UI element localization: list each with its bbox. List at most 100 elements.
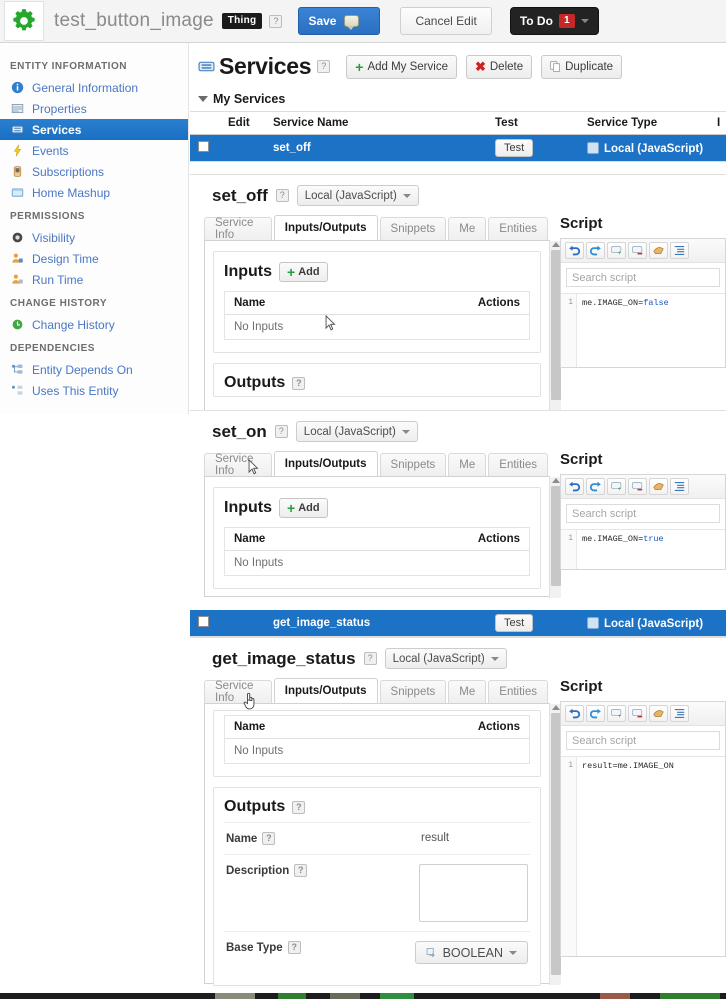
remove-comment-icon[interactable]	[628, 242, 647, 259]
format-icon[interactable]	[649, 242, 668, 259]
help-icon[interactable]: ?	[269, 14, 283, 28]
tab-service-info[interactable]: Service Info	[204, 680, 272, 704]
help-icon[interactable]: ?	[262, 832, 276, 845]
sidebar-item-visibility[interactable]: Visibility	[0, 227, 188, 248]
tab-snippets[interactable]: Snippets	[379, 680, 447, 703]
add-input-button[interactable]: + Add	[279, 262, 328, 282]
tab-snippets[interactable]: Snippets	[379, 217, 447, 240]
format-icon[interactable]	[649, 478, 668, 495]
code-text: result=me.IMAGE_ON	[582, 761, 674, 771]
test-button[interactable]: Test	[495, 614, 534, 632]
cancel-edit-button[interactable]: Cancel Edit	[400, 7, 492, 35]
indent-icon[interactable]	[670, 705, 689, 722]
format-icon[interactable]	[649, 705, 668, 722]
collapse-triangle-icon[interactable]	[198, 96, 208, 102]
add-comment-icon[interactable]: +	[607, 705, 626, 722]
output-base-type-dropdown[interactable]: BOOLEAN	[414, 941, 528, 964]
sidebar-item-uses-this-entity[interactable]: Uses This Entity	[0, 380, 188, 401]
tab-inputs-outputs[interactable]: Inputs/Outputs	[273, 678, 378, 703]
tab-me[interactable]: Me	[448, 453, 487, 476]
redo-icon[interactable]	[586, 705, 605, 722]
help-icon[interactable]: ?	[274, 425, 288, 438]
services-icon	[10, 122, 25, 137]
tab-inputs-outputs[interactable]: Inputs/Outputs	[273, 451, 378, 476]
undo-icon[interactable]	[565, 478, 584, 495]
tab-entities[interactable]: Entities	[488, 217, 548, 240]
sidebar-item-run-time[interactable]: Run Time	[0, 269, 188, 290]
code-area[interactable]: 1 me.IMAGE_ON=false	[561, 293, 725, 367]
sidebar-item-properties[interactable]: Properties	[0, 98, 188, 119]
javascript-icon	[587, 616, 599, 629]
add-comment-icon[interactable]: +	[607, 478, 626, 495]
tab-service-info[interactable]: Service Info	[204, 453, 272, 477]
help-icon[interactable]: ?	[275, 189, 289, 202]
tab-snippets[interactable]: Snippets	[379, 453, 447, 476]
save-button[interactable]: Save	[298, 7, 381, 35]
undo-icon[interactable]	[565, 705, 584, 722]
code-line[interactable]: result=me.IMAGE_ON	[577, 757, 725, 956]
remove-comment-icon[interactable]	[628, 705, 647, 722]
tab-entities[interactable]: Entities	[488, 680, 548, 703]
code-area[interactable]: 1 result=me.IMAGE_ON	[561, 756, 725, 956]
row-test-cell[interactable]: Test	[487, 610, 579, 637]
search-script-input[interactable]: Search script	[566, 504, 720, 523]
checkbox-icon[interactable]	[198, 616, 209, 627]
row-edit-cell[interactable]	[220, 610, 265, 637]
sidebar-item-services[interactable]: Services	[0, 119, 188, 140]
code-line[interactable]: me.IMAGE_ON=false	[577, 294, 725, 367]
inputs-empty-row: No Inputs	[234, 321, 284, 333]
redo-icon[interactable]	[586, 478, 605, 495]
row-checkbox[interactable]	[190, 610, 220, 637]
checkbox-icon[interactable]	[198, 141, 209, 152]
test-button[interactable]: Test	[495, 139, 534, 157]
search-script-input[interactable]: Search script	[566, 268, 720, 287]
sidebar-item-home-mashup[interactable]: Home Mashup	[0, 182, 188, 203]
indent-icon[interactable]	[670, 242, 689, 259]
tab-me[interactable]: Me	[448, 680, 487, 703]
row-checkbox[interactable]	[190, 134, 220, 162]
code-line[interactable]: me.IMAGE_ON=true	[577, 530, 725, 569]
sidebar-item-change-history[interactable]: Change History	[0, 314, 188, 335]
delete-button[interactable]: ✖ Delete	[465, 54, 533, 79]
table-row[interactable]: get_image_status Test Local (JavaScript)	[190, 610, 726, 637]
sidebar-item-subscriptions[interactable]: Subscriptions	[0, 161, 188, 182]
sidebar-item-design-time[interactable]: Design Time	[0, 248, 188, 269]
output-description-input[interactable]	[419, 864, 528, 922]
help-icon[interactable]: ?	[292, 800, 306, 814]
todo-button[interactable]: To Do 1	[509, 7, 599, 35]
service-language-dropdown[interactable]: Local (JavaScript)	[384, 648, 507, 669]
sidebar-item-general-information[interactable]: General Information	[0, 77, 188, 98]
help-icon[interactable]: ?	[292, 376, 306, 390]
my-services-section-header[interactable]: My Services	[190, 84, 726, 111]
table-row[interactable]: set_off Test Local (JavaScript)	[190, 134, 726, 162]
scroll-up-arrow-icon[interactable]	[552, 705, 560, 710]
remove-comment-icon[interactable]	[628, 478, 647, 495]
redo-icon[interactable]	[586, 242, 605, 259]
help-icon[interactable]: ?	[317, 60, 331, 73]
gear-icon[interactable]	[4, 1, 44, 41]
duplicate-button[interactable]: Duplicate	[541, 54, 623, 79]
code-area[interactable]: 1 me.IMAGE_ON=true	[561, 529, 725, 569]
service-language-dropdown[interactable]: Local (JavaScript)	[296, 185, 419, 206]
tab-inputs-outputs[interactable]: Inputs/Outputs	[273, 215, 378, 240]
row-test-cell[interactable]: Test	[487, 134, 579, 162]
tab-me[interactable]: Me	[448, 217, 487, 240]
tab-entities[interactable]: Entities	[488, 453, 548, 476]
service-language-dropdown[interactable]: Local (JavaScript)	[295, 421, 418, 442]
sidebar-item-entity-depends-on[interactable]: Entity Depends On	[0, 359, 188, 380]
help-icon[interactable]: ?	[363, 652, 377, 665]
help-icon[interactable]: ?	[287, 941, 301, 954]
add-input-button[interactable]: + Add	[279, 498, 328, 518]
indent-icon[interactable]	[670, 478, 689, 495]
help-icon[interactable]: ?	[294, 864, 308, 877]
add-comment-icon[interactable]: +	[607, 242, 626, 259]
chevron-down-icon[interactable]	[580, 19, 589, 23]
scroll-up-arrow-icon[interactable]	[552, 478, 560, 483]
search-script-input[interactable]: Search script	[566, 731, 720, 750]
add-my-service-button[interactable]: + Add My Service	[346, 54, 457, 79]
sidebar-item-events[interactable]: Events	[0, 140, 188, 161]
undo-icon[interactable]	[565, 242, 584, 259]
tab-service-info[interactable]: Service Info	[204, 217, 272, 241]
scroll-up-arrow-icon[interactable]	[552, 242, 560, 247]
row-edit-cell[interactable]	[220, 134, 265, 162]
